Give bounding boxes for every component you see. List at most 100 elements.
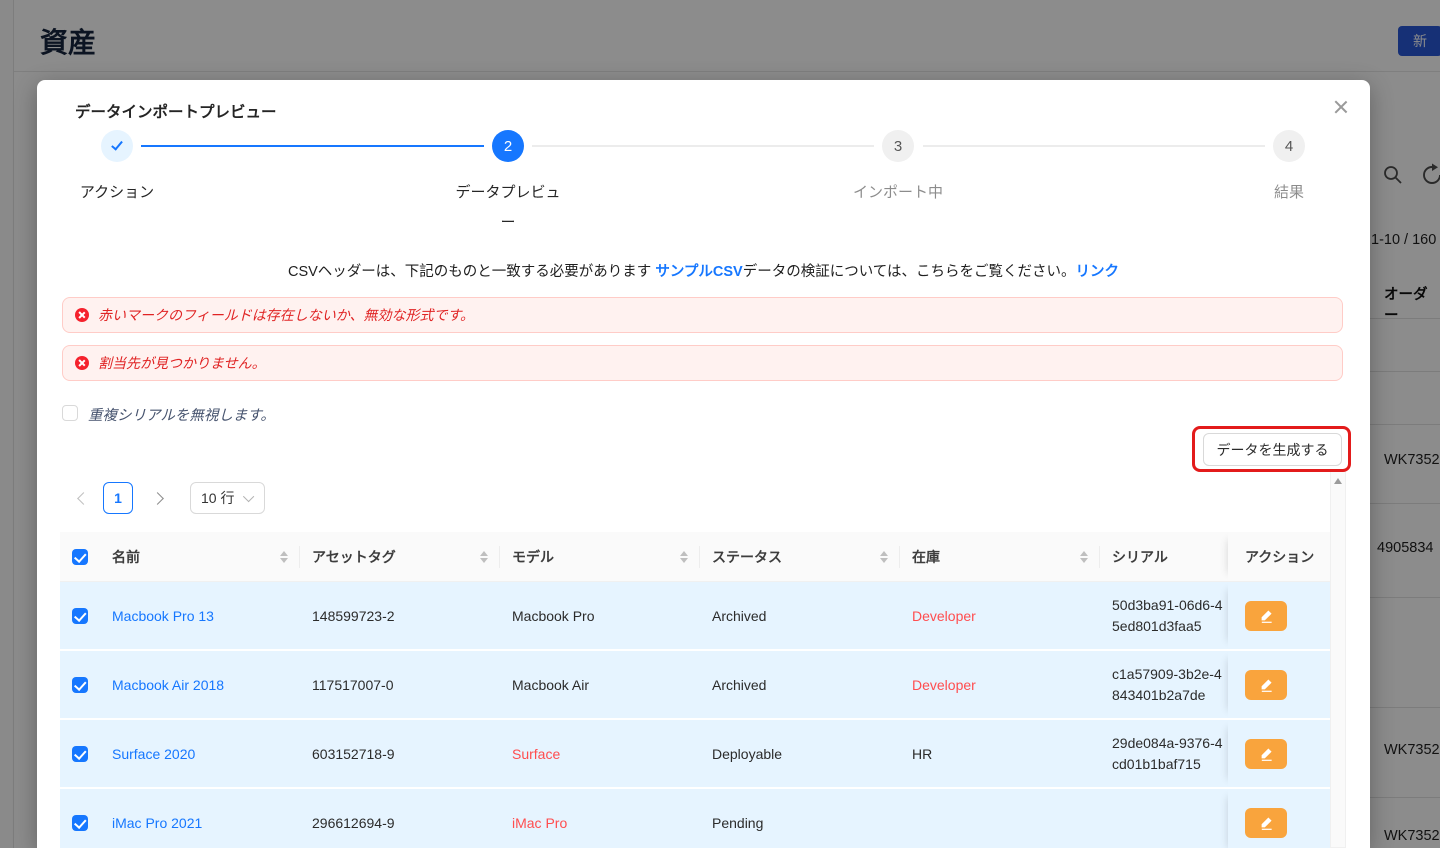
asset-name-link[interactable]: Macbook Air 2018	[100, 651, 300, 718]
chevron-left-icon	[77, 492, 90, 505]
scrollbar-up-arrow[interactable]	[1334, 478, 1342, 484]
status-cell: Archived	[700, 651, 900, 718]
header-serial[interactable]: シリアル	[1100, 532, 1228, 581]
header-status[interactable]: ステータス	[700, 532, 900, 581]
action-cell	[1228, 582, 1330, 649]
header-label: ステータス	[712, 547, 782, 567]
table-row: Macbook Pro 13 148599723-2 Macbook Pro A…	[60, 582, 1330, 651]
header-name[interactable]: 名前	[100, 532, 300, 581]
pencil-icon	[1259, 677, 1274, 692]
action-cell	[1228, 651, 1330, 718]
next-page-button[interactable]	[141, 482, 173, 514]
stock-cell	[900, 789, 1100, 848]
sample-csv-link[interactable]: サンプルCSV	[655, 264, 742, 280]
asset-tag-cell: 603152718-9	[300, 720, 500, 787]
row-checkbox-cell[interactable]	[60, 720, 100, 787]
instruction-text: データの検証については、こちらをご覧ください。	[743, 264, 1076, 280]
serial-cell: c1a57909-3b2e-4 843401b2a7de	[1112, 664, 1222, 706]
row-checkbox-cell[interactable]	[60, 651, 100, 718]
asset-tag-cell: 148599723-2	[300, 582, 500, 649]
edit-button[interactable]	[1245, 808, 1287, 838]
header-model[interactable]: モデル	[500, 532, 700, 581]
asset-name-link[interactable]: Macbook Pro 13	[100, 582, 300, 649]
step-connector	[141, 145, 484, 147]
serial-cell: 50d3ba91-06d6-4 5ed801d3faa5	[1112, 595, 1223, 637]
prev-page-button[interactable]	[67, 482, 99, 514]
row-checkbox-cell[interactable]	[60, 789, 100, 848]
error-circle-icon	[75, 308, 89, 322]
sort-icon[interactable]	[1074, 551, 1088, 563]
asset-name-link[interactable]: Surface 2020	[100, 720, 300, 787]
generate-data-button[interactable]: データを生成する	[1203, 433, 1342, 466]
table-row: Surface 2020 603152718-9 Surface Deploya…	[60, 720, 1330, 789]
ignore-duplicates-checkbox[interactable]	[62, 405, 78, 421]
instruction-text: CSVヘッダーは、下記のものと一致する必要があります	[288, 264, 655, 280]
alert-text: 赤いマークのフィールドは存在しないか、無効な形式です。	[98, 305, 474, 325]
step-1-label: アクション	[57, 178, 177, 208]
table-row: Macbook Air 2018 117517007-0 Macbook Air…	[60, 651, 1330, 720]
step-2-circle: 2	[492, 130, 524, 162]
error-alert: 割当先が見つかりません。	[62, 345, 1343, 381]
step-connector	[923, 145, 1265, 147]
status-cell: Pending	[700, 789, 900, 848]
model-cell: Macbook Pro	[500, 582, 700, 649]
header-label: 名前	[112, 547, 140, 567]
stock-cell: Developer	[900, 582, 1100, 649]
pencil-icon	[1259, 815, 1274, 830]
header-action: アクション	[1228, 532, 1330, 581]
check-icon	[111, 138, 123, 150]
sort-icon[interactable]	[874, 551, 888, 563]
action-cell	[1228, 720, 1330, 787]
close-icon[interactable]	[1331, 97, 1351, 117]
step-4-label: 結果	[1239, 178, 1339, 208]
row-checkbox[interactable]	[72, 746, 88, 762]
step-1-circle	[101, 130, 133, 162]
step-3-label: インポート中	[798, 178, 998, 208]
sort-icon[interactable]	[674, 551, 688, 563]
ignore-duplicates-label: 重複シリアルを無視します。	[88, 404, 275, 425]
step-2-label: データプレビュー	[451, 178, 565, 238]
edit-button[interactable]	[1245, 739, 1287, 769]
modal-title: データインポートプレビュー	[75, 100, 277, 122]
row-checkbox[interactable]	[72, 677, 88, 693]
step-3-circle: 3	[882, 130, 914, 162]
alert-text: 割当先が見つかりません。	[98, 353, 266, 373]
edit-button[interactable]	[1245, 670, 1287, 700]
stock-cell: HR	[900, 720, 1100, 787]
chevron-right-icon	[151, 492, 164, 505]
error-alert: 赤いマークのフィールドは存在しないか、無効な形式です。	[62, 297, 1343, 333]
page-1-button[interactable]: 1	[103, 482, 133, 514]
asset-tag-cell: 117517007-0	[300, 651, 500, 718]
stock-cell: Developer	[900, 651, 1100, 718]
page-size-select[interactable]: 10 行	[190, 482, 265, 514]
row-checkbox[interactable]	[72, 815, 88, 831]
chevron-down-icon	[243, 491, 254, 502]
header-stock[interactable]: 在庫	[900, 532, 1100, 581]
row-checkbox-cell[interactable]	[60, 582, 100, 649]
asset-name-link[interactable]: iMac Pro 2021	[100, 789, 300, 848]
model-cell: Macbook Air	[500, 651, 700, 718]
action-cell	[1228, 789, 1330, 848]
sort-icon[interactable]	[474, 551, 488, 563]
status-cell: Deployable	[700, 720, 900, 787]
pencil-icon	[1259, 746, 1274, 761]
table-header: 名前 アセットタグ モデル ステータス 在庫 シリアル アクション	[60, 532, 1330, 582]
header-label: アクション	[1245, 547, 1314, 567]
step-connector	[532, 145, 874, 147]
header-label: シリアル	[1112, 547, 1168, 567]
error-circle-icon	[75, 356, 89, 370]
select-all-checkbox-cell[interactable]	[60, 532, 100, 581]
header-label: アセットタグ	[312, 547, 396, 567]
row-checkbox[interactable]	[72, 608, 88, 624]
select-all-checkbox[interactable]	[72, 549, 88, 565]
header-label: 在庫	[912, 547, 940, 567]
edit-button[interactable]	[1245, 601, 1287, 631]
help-link[interactable]: リンク	[1076, 264, 1120, 280]
table-scrollbar[interactable]	[1330, 470, 1346, 848]
header-asset-tag[interactable]: アセットタグ	[300, 532, 500, 581]
model-cell: Surface	[500, 720, 700, 787]
page-size-value: 10 行	[201, 488, 234, 508]
sort-icon[interactable]	[274, 551, 288, 563]
table-row: iMac Pro 2021 296612694-9 iMac Pro Pendi…	[60, 789, 1330, 848]
step-4-circle: 4	[1273, 130, 1305, 162]
